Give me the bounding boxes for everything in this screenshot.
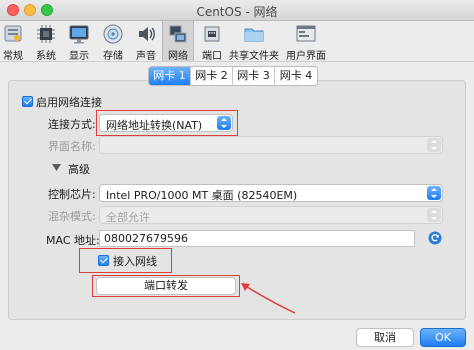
- toolbar-item-user-interface[interactable]: 用户界面: [283, 21, 329, 62]
- name-label: 界面名称:: [48, 140, 96, 153]
- toolbar-item-ports[interactable]: 端口: [197, 21, 227, 62]
- tab-adapter-3[interactable]: 网卡 3: [233, 67, 275, 85]
- adapter-tabs: 网卡 1 网卡 2 网卡 3 网卡 4: [148, 66, 318, 86]
- refresh-mac-icon[interactable]: [428, 231, 442, 245]
- attached-to-label: 连接方式:: [48, 118, 96, 131]
- tab-adapter-1[interactable]: 网卡 1: [149, 67, 191, 85]
- cable-connected-label: 接入网线: [113, 255, 157, 268]
- cancel-button[interactable]: 取消: [356, 328, 414, 347]
- storage-disk-icon: [103, 24, 123, 44]
- toolbar-item-display[interactable]: 显示: [64, 21, 94, 62]
- port-icon: [204, 26, 220, 42]
- mac-address-field[interactable]: 080027679596: [99, 230, 415, 247]
- network-icon: [169, 25, 187, 43]
- title-bar: CentOS - 网络: [0, 0, 474, 21]
- attached-to-select[interactable]: 网络地址转换(NAT): [99, 114, 233, 132]
- annotation-arrow-icon: [241, 283, 296, 314]
- toolbar-item-shared-folders[interactable]: 共享文件夹: [228, 21, 280, 62]
- popup-arrows-icon: [427, 208, 441, 222]
- ok-button[interactable]: OK: [420, 328, 466, 347]
- cable-connected-checkbox[interactable]: [98, 255, 109, 266]
- window-title: CentOS - 网络: [196, 5, 278, 19]
- toolbar-item-storage[interactable]: 存储: [98, 21, 128, 62]
- toolbar-item-system[interactable]: 系统: [30, 21, 62, 62]
- settings-toolbar: 常规 系统 显示 存储 声音 网络 端口 共享文件夹 用户界面: [0, 21, 474, 62]
- user-interface-icon: [296, 25, 316, 42]
- adapter-type-label: 控制芯片:: [48, 188, 96, 201]
- mac-address-label: MAC 地址:: [46, 234, 100, 247]
- popup-arrows-icon: [427, 186, 441, 200]
- enable-adapter-label: 启用网络连接: [36, 96, 102, 109]
- promiscuous-mode-label: 混杂模式:: [48, 210, 96, 223]
- display-monitor-icon: [69, 25, 89, 44]
- port-forwarding-button[interactable]: 端口转发: [96, 277, 236, 295]
- advanced-label[interactable]: 高级: [68, 161, 90, 177]
- tab-adapter-2[interactable]: 网卡 2: [191, 67, 233, 85]
- toolbar-item-general[interactable]: 常规: [0, 21, 26, 62]
- promiscuous-mode-select: 全部允许: [99, 206, 443, 224]
- adapter-type-select[interactable]: Intel PRO/1000 MT 桌面 (82540EM): [99, 184, 443, 202]
- general-icon: [4, 25, 22, 42]
- enable-adapter-checkbox[interactable]: [22, 96, 33, 107]
- toolbar-item-network[interactable]: 网络: [162, 21, 194, 62]
- disclosure-triangle-icon[interactable]: [52, 164, 61, 171]
- system-chip-icon: [37, 25, 55, 43]
- speaker-icon: [139, 27, 155, 41]
- toolbar-item-audio[interactable]: 声音: [131, 21, 161, 62]
- popup-arrows-icon: [217, 116, 231, 130]
- popup-arrows-icon: [427, 138, 441, 152]
- shared-folder-icon: [244, 28, 264, 42]
- name-select: [99, 136, 443, 154]
- tab-adapter-4[interactable]: 网卡 4: [275, 67, 317, 85]
